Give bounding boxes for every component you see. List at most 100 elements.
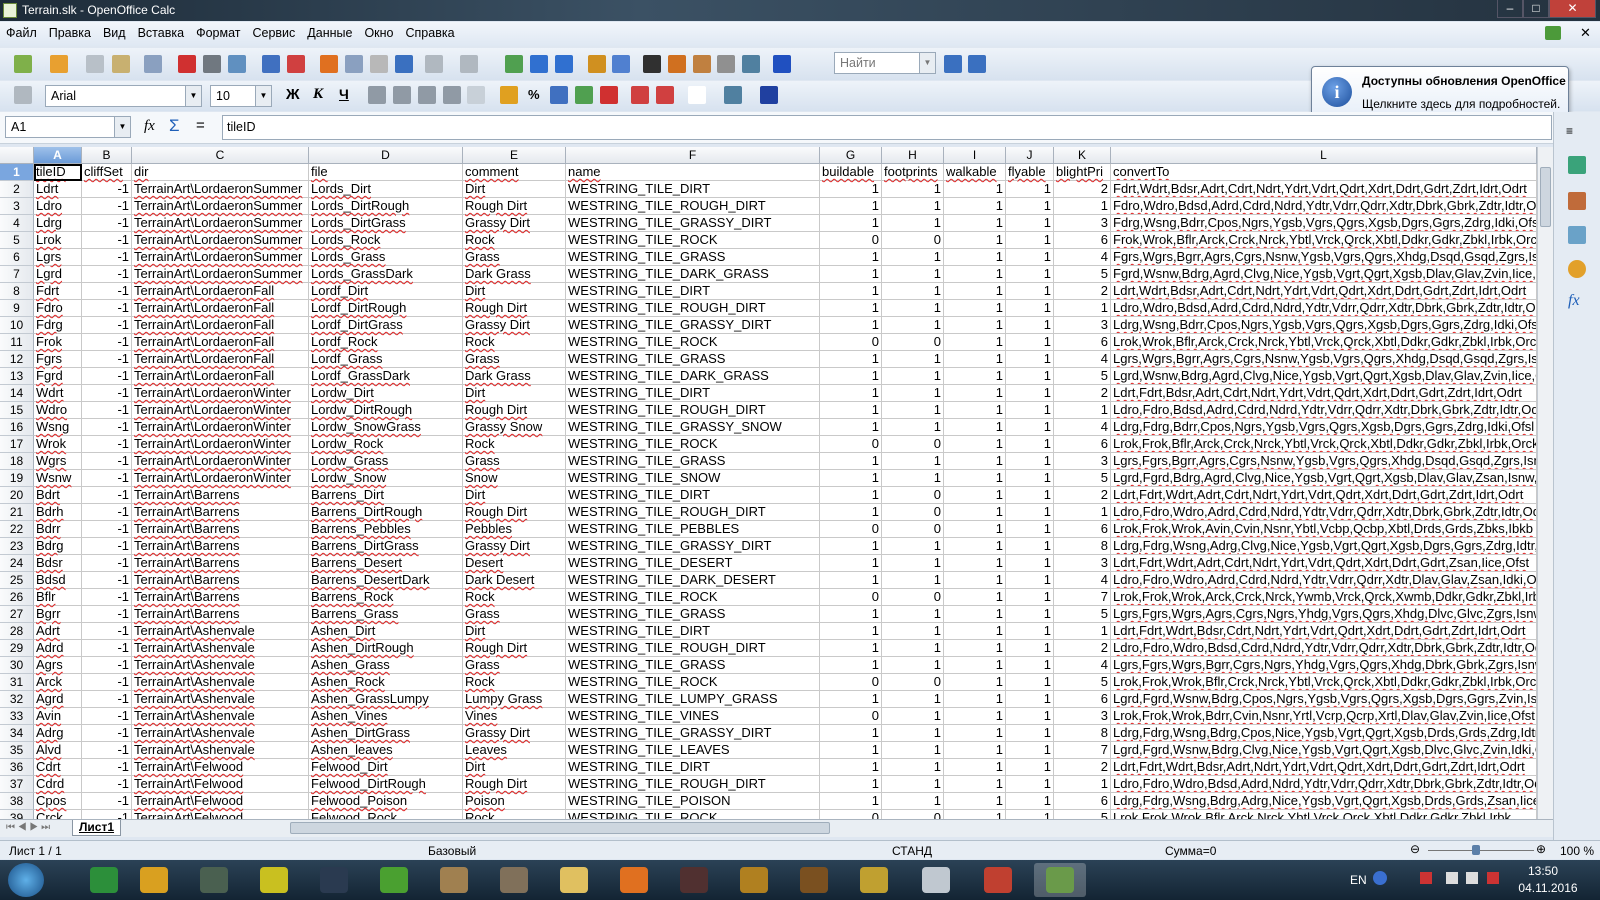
cell-c7[interactable]: TerrainArt\LordaeronSummer [132, 266, 309, 283]
cell-h29[interactable]: 1 [882, 640, 944, 657]
cell-a8[interactable]: Fdrt [34, 283, 82, 300]
cell-a31[interactable]: Arck [34, 674, 82, 691]
row-header[interactable]: 35 [0, 742, 34, 759]
cell-b37[interactable]: -1 [82, 776, 132, 793]
hyperlink-icon[interactable] [505, 55, 523, 73]
cell-a2[interactable]: Ldrt [34, 181, 82, 198]
zoom-slider-handle[interactable] [1472, 845, 1480, 855]
cell-j21[interactable]: 1 [1006, 504, 1054, 521]
cell-l16[interactable]: Ldrg,Fdrg,Bdrr,Cpos,Ngrs,Ygsb,Vgrs,Qgrs,… [1111, 419, 1537, 436]
cell-f16[interactable]: WESTRING_TILE_GRASSY_SNOW [566, 419, 820, 436]
cell-d24[interactable]: Barrens_Desert [309, 555, 463, 572]
cell-l9[interactable]: Ldro,Wdro,Bdsd,Adrd,Cdrd,Ndrd,Ydtr,Vdrr,… [1111, 300, 1537, 317]
cell-b12[interactable]: -1 [82, 351, 132, 368]
select-all-corner[interactable] [0, 147, 34, 164]
row-header[interactable]: 10 [0, 317, 34, 334]
network-tray-icon[interactable] [1420, 872, 1432, 884]
cell-j15[interactable]: 1 [1006, 402, 1054, 419]
export-pdf-icon[interactable] [178, 55, 196, 73]
cell-g22[interactable]: 0 [820, 521, 882, 538]
background-color-icon[interactable] [724, 86, 742, 104]
cell-h37[interactable]: 1 [882, 776, 944, 793]
cell-j8[interactable]: 1 [1006, 283, 1054, 300]
cell-g37[interactable]: 1 [820, 776, 882, 793]
cell-f19[interactable]: WESTRING_TILE_SNOW [566, 470, 820, 487]
row-header[interactable]: 9 [0, 300, 34, 317]
cell-d10[interactable]: Lordf_DirtGrass [309, 317, 463, 334]
cell-f6[interactable]: WESTRING_TILE_GRASS [566, 249, 820, 266]
add-app[interactable] [248, 863, 300, 897]
cell-j11[interactable]: 1 [1006, 334, 1054, 351]
cell-j4[interactable]: 1 [1006, 215, 1054, 232]
cell-a14[interactable]: Wdrt [34, 385, 82, 402]
print-icon[interactable] [203, 55, 221, 73]
cell-g25[interactable]: 1 [820, 572, 882, 589]
increase-indent-icon[interactable] [656, 86, 674, 104]
justify-icon[interactable] [443, 86, 461, 104]
cell-j32[interactable]: 1 [1006, 691, 1054, 708]
cell-h1[interactable]: footprints [882, 164, 944, 181]
cell-b10[interactable]: -1 [82, 317, 132, 334]
cell-i17[interactable]: 1 [944, 436, 1006, 453]
cell-d17[interactable]: Lordw_Rock [309, 436, 463, 453]
cell-l22[interactable]: Lrok,Frok,Wrok,Avin,Cvin,Nsnr,Ybtl,Vcbp,… [1111, 521, 1537, 538]
decrease-indent-icon[interactable] [631, 86, 649, 104]
cell-h17[interactable]: 0 [882, 436, 944, 453]
cell-e29[interactable]: Rough Dirt [463, 640, 566, 657]
cell-b5[interactable]: -1 [82, 232, 132, 249]
cell-h3[interactable]: 1 [882, 198, 944, 215]
cell-c35[interactable]: TerrainArt\Ashenvale [132, 742, 309, 759]
cell-b19[interactable]: -1 [82, 470, 132, 487]
cell-k6[interactable]: 4 [1054, 249, 1111, 266]
cell-d20[interactable]: Barrens_Dirt [309, 487, 463, 504]
cell-a23[interactable]: Bdrg [34, 538, 82, 555]
cell-e37[interactable]: Rough Dirt [463, 776, 566, 793]
cell-d18[interactable]: Lordw_Grass [309, 453, 463, 470]
cell-f38[interactable]: WESTRING_TILE_POISON [566, 793, 820, 810]
cell-g10[interactable]: 1 [820, 317, 882, 334]
cell-f1[interactable]: name [566, 164, 820, 181]
cell-i4[interactable]: 1 [944, 215, 1006, 232]
cell-b39[interactable]: -1 [82, 810, 132, 819]
cell-h35[interactable]: 1 [882, 742, 944, 759]
cell-c8[interactable]: TerrainArt\LordaeronFall [132, 283, 309, 300]
print-preview-icon[interactable] [228, 55, 246, 73]
cell-e24[interactable]: Desert [463, 555, 566, 572]
cell-d21[interactable]: Barrens_DirtRough [309, 504, 463, 521]
cell-g6[interactable]: 1 [820, 249, 882, 266]
cell-g16[interactable]: 1 [820, 419, 882, 436]
sort-descending-icon[interactable] [555, 55, 573, 73]
cell-a19[interactable]: Wsnw [34, 470, 82, 487]
cell-c3[interactable]: TerrainArt\LordaeronSummer [132, 198, 309, 215]
row-header[interactable]: 26 [0, 589, 34, 606]
cell-e13[interactable]: Dark Grass [463, 368, 566, 385]
cell-l13[interactable]: Lgrd,Wsnw,Bdrg,Agrd,Clvg,Nice,Ygsb,Vgrt,… [1111, 368, 1537, 385]
cell-f14[interactable]: WESTRING_TILE_DIRT [566, 385, 820, 402]
cell-c16[interactable]: TerrainArt\LordaeronWinter [132, 419, 309, 436]
cell-i5[interactable]: 1 [944, 232, 1006, 249]
cell-e28[interactable]: Dirt [463, 623, 566, 640]
cell-a21[interactable]: Bdrh [34, 504, 82, 521]
cell-g17[interactable]: 0 [820, 436, 882, 453]
cell-b18[interactable]: -1 [82, 453, 132, 470]
cell-k24[interactable]: 3 [1054, 555, 1111, 572]
cell-j30[interactable]: 1 [1006, 657, 1054, 674]
cell-f15[interactable]: WESTRING_TILE_ROUGH_DIRT [566, 402, 820, 419]
cell-i12[interactable]: 1 [944, 351, 1006, 368]
email-icon[interactable] [112, 55, 130, 73]
cell-f13[interactable]: WESTRING_TILE_DARK_GRASS [566, 368, 820, 385]
cell-d34[interactable]: Ashen_DirtGrass [309, 725, 463, 742]
row-header[interactable]: 22 [0, 521, 34, 538]
cell-j36[interactable]: 1 [1006, 759, 1054, 776]
cell-j10[interactable]: 1 [1006, 317, 1054, 334]
cell-g23[interactable]: 1 [820, 538, 882, 555]
cell-j17[interactable]: 1 [1006, 436, 1054, 453]
cell-c26[interactable]: TerrainArt\Barrens [132, 589, 309, 606]
cell-d9[interactable]: Lordf_DirtRough [309, 300, 463, 317]
cell-d22[interactable]: Barrens_Pebbles [309, 521, 463, 538]
cell-l30[interactable]: Lgrs,Fgrs,Wgrs,Bgrr,Cgrs,Ngrs,Yhdg,Vgrs,… [1111, 657, 1537, 674]
cell-i35[interactable]: 1 [944, 742, 1006, 759]
cell-a18[interactable]: Wgrs [34, 453, 82, 470]
cell-l29[interactable]: Ldro,Fdro,Wdro,Bdsd,Cdrd,Ndrd,Ydtr,Vdrr,… [1111, 640, 1537, 657]
cell-g4[interactable]: 1 [820, 215, 882, 232]
